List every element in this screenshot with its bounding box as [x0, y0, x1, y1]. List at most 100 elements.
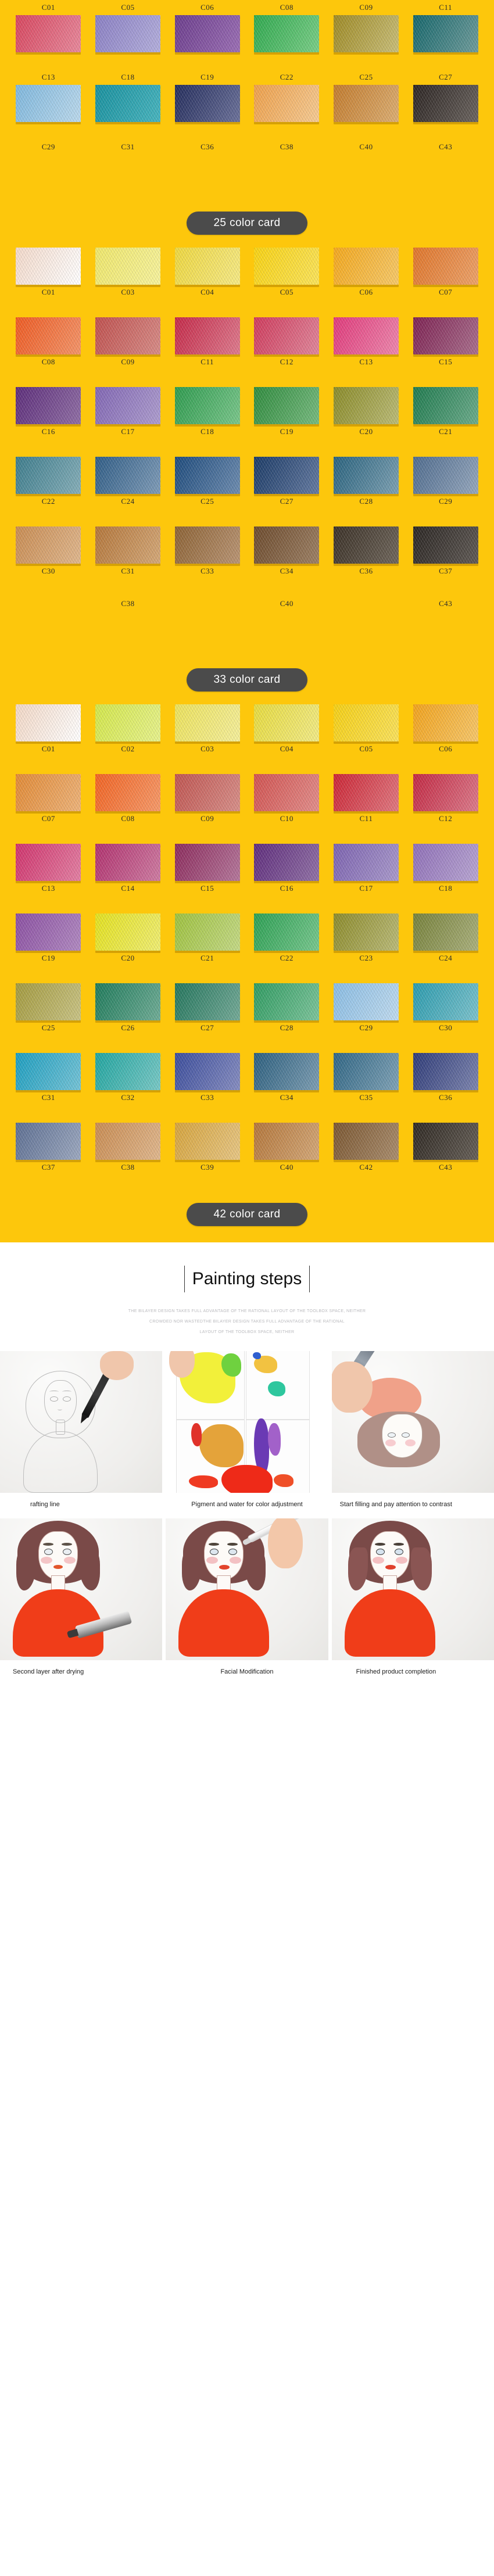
swatch-cell[interactable]: C05 — [251, 248, 323, 300]
color-swatch[interactable] — [95, 526, 160, 564]
swatch-cell[interactable]: C32 — [92, 1053, 164, 1105]
color-swatch[interactable] — [174, 774, 240, 811]
color-swatch[interactable] — [334, 611, 399, 649]
color-swatch[interactable] — [95, 611, 160, 649]
swatch-cell[interactable]: C42 — [331, 1123, 402, 1175]
color-swatch[interactable] — [174, 85, 240, 122]
swatch-cell[interactable]: C28 — [331, 457, 402, 509]
swatch-cell[interactable]: C16 — [251, 844, 323, 896]
swatch-cell[interactable]: C12 — [410, 774, 481, 826]
color-swatch[interactable] — [333, 704, 399, 741]
swatch-cell[interactable]: C26 — [92, 983, 164, 1036]
color-swatch[interactable] — [413, 457, 478, 494]
color-swatch[interactable] — [16, 457, 81, 494]
swatch-cell[interactable]: C31 — [92, 526, 164, 579]
swatch-cell[interactable]: C04 — [251, 704, 323, 757]
color-swatch[interactable] — [95, 457, 160, 494]
color-swatch[interactable] — [95, 85, 160, 122]
swatch-cell[interactable]: C19 — [13, 913, 84, 966]
swatch-cell[interactable]: C16 — [13, 387, 84, 439]
color-swatch[interactable] — [16, 774, 81, 811]
swatch-cell[interactable]: C40 — [251, 596, 323, 649]
swatch-cell[interactable]: C20 — [331, 387, 402, 439]
color-swatch[interactable] — [95, 704, 160, 741]
swatch-cell[interactable]: C24 — [92, 457, 164, 509]
swatch-cell[interactable]: C08 — [92, 774, 164, 826]
color-swatch[interactable] — [254, 387, 320, 424]
color-swatch[interactable] — [413, 526, 478, 564]
swatch-cell[interactable]: C22 — [251, 913, 323, 966]
color-swatch[interactable] — [333, 844, 399, 881]
color-swatch[interactable] — [254, 983, 320, 1020]
swatch-cell[interactable]: C01 — [13, 0, 84, 52]
swatch-cell[interactable]: C04 — [171, 248, 243, 300]
color-swatch[interactable] — [413, 844, 478, 881]
swatch-cell[interactable]: C40 — [331, 139, 402, 192]
color-swatch[interactable] — [16, 85, 81, 122]
swatch-cell[interactable]: C17 — [92, 387, 164, 439]
color-swatch[interactable] — [95, 317, 160, 354]
color-swatch[interactable] — [16, 1123, 81, 1160]
color-swatch[interactable] — [413, 611, 478, 649]
swatch-cell[interactable]: C21 — [171, 913, 243, 966]
color-swatch[interactable] — [333, 774, 399, 811]
color-swatch[interactable] — [175, 611, 240, 649]
swatch-cell[interactable]: C33 — [171, 1053, 243, 1105]
swatch-cell[interactable]: C06 — [331, 248, 402, 300]
swatch-cell[interactable]: C20 — [92, 913, 164, 966]
swatch-cell[interactable]: C30 — [410, 983, 481, 1036]
color-swatch[interactable] — [95, 983, 160, 1020]
swatch-cell[interactable]: C18 — [92, 70, 164, 122]
swatch-cell[interactable]: C38 — [92, 596, 164, 649]
color-swatch[interactable] — [16, 913, 81, 951]
swatch-cell[interactable] — [171, 596, 243, 649]
color-swatch[interactable] — [16, 611, 81, 649]
swatch-cell[interactable]: C35 — [331, 1053, 402, 1105]
color-swatch[interactable] — [254, 85, 320, 122]
swatch-cell[interactable]: C31 — [13, 1053, 84, 1105]
swatch-cell[interactable]: C25 — [171, 457, 243, 509]
color-swatch[interactable] — [254, 526, 320, 564]
swatch-cell[interactable]: C05 — [92, 0, 164, 52]
color-swatch[interactable] — [413, 704, 478, 741]
swatch-cell[interactable]: C03 — [92, 248, 164, 300]
swatch-cell[interactable]: C13 — [13, 70, 84, 122]
swatch-cell[interactable]: C18 — [410, 844, 481, 896]
swatch-cell[interactable]: C05 — [331, 704, 402, 757]
color-swatch[interactable] — [333, 85, 399, 122]
swatch-cell[interactable]: C36 — [331, 526, 402, 579]
color-swatch[interactable] — [174, 387, 240, 424]
swatch-cell[interactable]: C36 — [410, 1053, 481, 1105]
swatch-cell[interactable]: C09 — [331, 0, 402, 52]
swatch-cell[interactable]: C34 — [251, 526, 323, 579]
color-swatch[interactable] — [16, 1053, 81, 1090]
color-swatch[interactable] — [254, 774, 320, 811]
swatch-cell[interactable]: C34 — [251, 1053, 323, 1105]
swatch-cell[interactable]: C11 — [331, 774, 402, 826]
swatch-cell[interactable]: C38 — [92, 1123, 164, 1175]
swatch-cell[interactable]: C06 — [410, 704, 481, 757]
color-swatch[interactable] — [95, 1123, 160, 1160]
color-swatch[interactable] — [174, 317, 240, 354]
swatch-cell[interactable]: C25 — [331, 70, 402, 122]
color-swatch[interactable] — [254, 1053, 320, 1090]
swatch-cell[interactable]: C27 — [410, 70, 481, 122]
color-swatch[interactable] — [254, 1123, 320, 1160]
color-swatch[interactable] — [174, 844, 240, 881]
swatch-cell[interactable]: C01 — [13, 248, 84, 300]
swatch-cell[interactable]: C29 — [331, 983, 402, 1036]
swatch-cell[interactable]: C18 — [171, 387, 243, 439]
swatch-cell[interactable]: C30 — [13, 526, 84, 579]
color-swatch[interactable] — [413, 155, 478, 192]
swatch-cell[interactable]: C09 — [171, 774, 243, 826]
color-swatch[interactable] — [95, 774, 160, 811]
swatch-cell[interactable]: C37 — [13, 1123, 84, 1175]
swatch-cell[interactable]: C29 — [13, 139, 84, 192]
swatch-cell[interactable]: C11 — [410, 0, 481, 52]
swatch-cell[interactable]: C43 — [410, 139, 481, 192]
swatch-cell[interactable]: C43 — [410, 1123, 481, 1175]
color-swatch[interactable] — [16, 526, 81, 564]
color-swatch[interactable] — [16, 248, 81, 285]
color-swatch[interactable] — [174, 704, 240, 741]
color-swatch[interactable] — [254, 15, 320, 52]
